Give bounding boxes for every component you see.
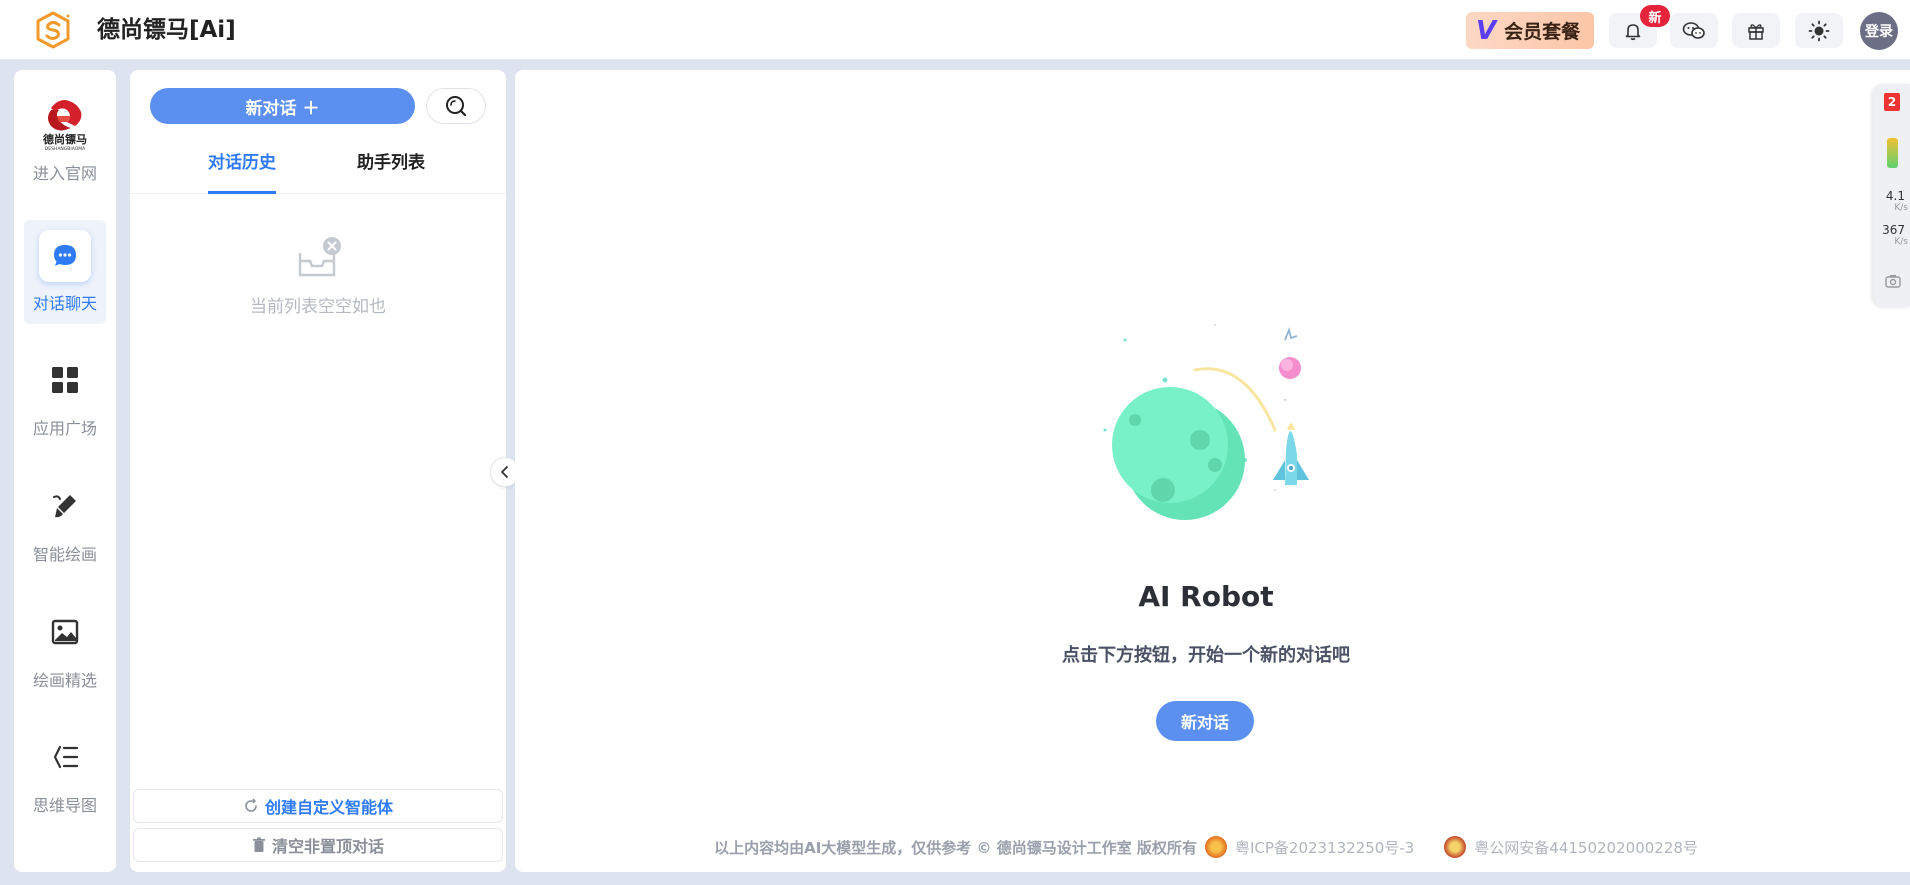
image-icon: [51, 619, 79, 645]
welcome-subtitle: 点击下方按钮，开始一个新的对话吧: [1062, 645, 1350, 666]
nav-item-chat[interactable]: 对话聊天: [24, 220, 106, 324]
wechat-button[interactable]: [1670, 13, 1718, 48]
nav-label-ai-painting: 智能绘画: [32, 545, 97, 564]
start-new-chat-button[interactable]: 新对话: [1156, 701, 1254, 741]
chat-icon: [39, 230, 91, 282]
nav-item-mindmap[interactable]: 思维导图: [24, 722, 106, 826]
nav-label-official-site: 进入官网: [32, 164, 97, 183]
conversation-panel: 新对话 ＋ 对话历史 助手列表 当前列表空空如也 创建自定义智能体 清空非置顶对…: [130, 70, 506, 872]
gift-button[interactable]: [1732, 13, 1780, 48]
clear-chats-label: 清空非置顶对话: [271, 837, 384, 856]
app-title: 德尚镖马[Ai]: [97, 17, 236, 43]
login-button[interactable]: 登录: [1860, 12, 1898, 50]
sun-icon: [1808, 20, 1830, 41]
empty-list-text: 当前列表空空如也: [250, 297, 386, 317]
brand-logo-icon: 德尚镖马 DESHANGBIAOMA: [42, 100, 87, 152]
svg-text:德尚镖马: 德尚镖马: [42, 132, 87, 146]
nav-item-official-site[interactable]: 德尚镖马 DESHANGBIAOMA 进入官网: [24, 90, 106, 194]
app-logo-icon[interactable]: [32, 10, 74, 50]
monitor-level-bar: [1887, 138, 1898, 168]
mindmap-icon: [53, 745, 79, 769]
paint-brush-icon: [53, 495, 76, 518]
vip-plan-label: 会员套餐: [1504, 21, 1581, 43]
sidebar-tabs: 对话历史 助手列表: [130, 148, 506, 194]
police-emblem-icon: [1444, 836, 1467, 858]
planet-rocket-illustration: [1045, 230, 1345, 574]
tab-chat-history[interactable]: 对话历史: [208, 148, 276, 194]
refresh-icon: [245, 798, 257, 812]
welcome-title: AI Robot: [1138, 580, 1274, 613]
nav-label-painting-gallery: 绘画精选: [32, 671, 97, 690]
main-content: AI Robot 点击下方按钮，开始一个新的对话吧 新对话 以上内容均由AI大模…: [515, 70, 1910, 872]
trash-icon: [252, 837, 265, 852]
upload-speed-unit: K/s: [1894, 203, 1908, 213]
notification-new-badge: 新: [1640, 5, 1670, 27]
empty-inbox-icon: [294, 235, 342, 287]
search-button[interactable]: [426, 88, 486, 124]
monitor-badge: 2: [1884, 93, 1900, 111]
nav-item-ai-painting[interactable]: 智能绘画: [24, 471, 106, 575]
nav-item-app-plaza[interactable]: 应用广场: [24, 345, 106, 449]
tab-assistant-list[interactable]: 助手列表: [357, 148, 425, 194]
network-monitor-widget[interactable]: 2 4.1 K/s 367 K/s: [1873, 84, 1910, 306]
nav-label-chat: 对话聊天: [32, 294, 97, 313]
new-chat-button[interactable]: 新对话 ＋: [150, 88, 415, 124]
nav-label-mindmap: 思维导图: [32, 796, 97, 815]
search-icon: [446, 96, 467, 117]
download-speed: 367: [1882, 223, 1905, 237]
top-header: 德尚镖马[Ai] V 会员套餐 新 登录: [0, 0, 1910, 60]
vip-icon: V: [1476, 15, 1497, 46]
download-speed-unit: K/s: [1894, 237, 1908, 247]
clear-chats-button[interactable]: 清空非置顶对话: [133, 828, 503, 862]
nav-item-painting-gallery[interactable]: 绘画精选: [24, 597, 106, 701]
grid-icon: [52, 367, 78, 393]
wechat-icon: [1682, 21, 1705, 39]
chevron-left-icon: [501, 466, 508, 478]
camera-icon[interactable]: [1885, 274, 1901, 288]
create-agent-label: 创建自定义智能体: [264, 798, 393, 817]
vip-plan-button[interactable]: V 会员套餐: [1466, 12, 1594, 49]
gift-icon: [1748, 23, 1764, 40]
theme-toggle-button[interactable]: [1795, 13, 1843, 48]
nav-label-app-plaza: 应用广场: [32, 419, 97, 438]
left-navigation: 德尚镖马 DESHANGBIAOMA 进入官网 对话聊天 应用广场 智能绘画 绘…: [14, 70, 116, 872]
police-record-link[interactable]: 粤公网安备44150202000228号: [1474, 837, 1698, 858]
bell-icon: [1625, 23, 1641, 40]
icp-link[interactable]: 粤ICP备2023132250号-3: [1235, 837, 1414, 858]
svg-text:DESHANGBIAOMA: DESHANGBIAOMA: [45, 146, 86, 152]
footer-disclaimer: 以上内容均由AI大模型生成，仅供参考 © 德尚镖马设计工作室 版权所有: [714, 838, 1197, 857]
create-agent-button[interactable]: 创建自定义智能体: [133, 789, 503, 823]
footer: 以上内容均由AI大模型生成，仅供参考 © 德尚镖马设计工作室 版权所有 粤ICP…: [515, 836, 1897, 858]
upload-speed: 4.1: [1885, 189, 1905, 203]
icp-emblem-icon: [1204, 836, 1227, 858]
